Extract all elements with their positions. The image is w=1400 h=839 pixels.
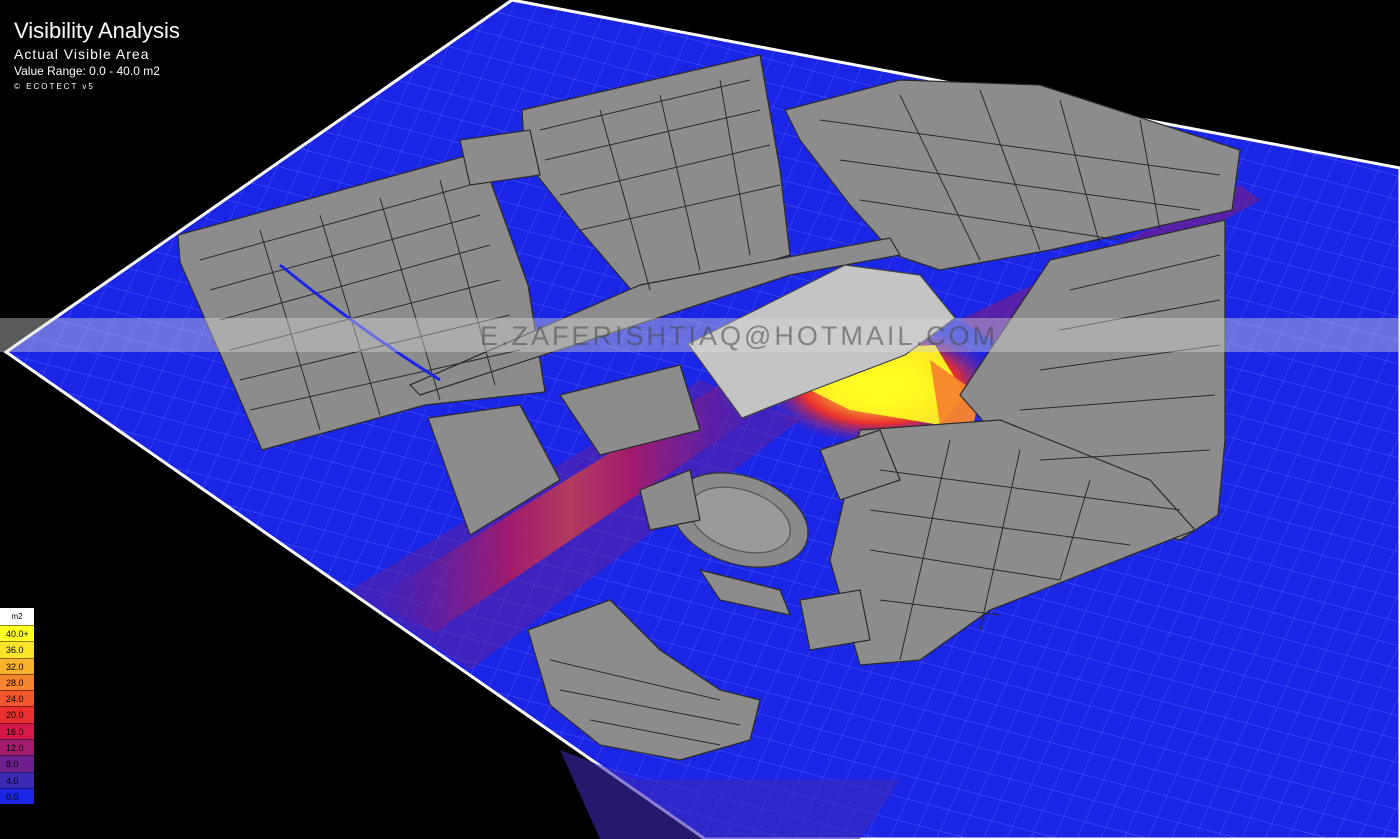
legend-rows: 40.0+ 36.0 32.0 28.0 24.0 20.0 16.0 12.0 8.0 4.0 0… bbox=[0, 625, 34, 805]
legend-item: 16.0 bbox=[0, 722, 34, 740]
legend-item: 0.0 bbox=[0, 787, 34, 805]
block-cluster-6 bbox=[799, 589, 871, 651]
legend-item: 24.0 bbox=[0, 690, 34, 707]
map-title: Visibility Analysis bbox=[14, 18, 180, 43]
legend-item: 20.0 bbox=[0, 706, 34, 723]
legend-item: 40.0+ bbox=[0, 625, 34, 642]
block-cluster-5 bbox=[459, 129, 541, 186]
legend-item: 28.0 bbox=[0, 673, 34, 691]
software-credit: © ECOTECT v5 bbox=[14, 82, 95, 91]
legend-item: 4.0 bbox=[0, 771, 34, 788]
legend-unit: m2 bbox=[0, 608, 34, 625]
map-subtitle: Actual Visible Area bbox=[14, 46, 150, 62]
watermark-text: E.ZAFERISHTIAQ@HOTMAIL.COM bbox=[480, 321, 998, 351]
value-range: Value Range: 0.0 - 40.0 m2 bbox=[14, 64, 160, 78]
visibility-analysis-map bbox=[3, 0, 1400, 839]
legend-item: 12.0 bbox=[0, 739, 34, 756]
color-legend: m2 40.0+ 36.0 32.0 28.0 24.0 20.0 16.0 12.0 8.0 4… bbox=[0, 608, 34, 805]
legend-item: 32.0 bbox=[0, 657, 34, 674]
title-block: Visibility Analysis Actual Visible Area … bbox=[14, 18, 180, 93]
legend-item: 36.0 bbox=[0, 641, 34, 658]
legend-item: 8.0 bbox=[0, 755, 34, 772]
